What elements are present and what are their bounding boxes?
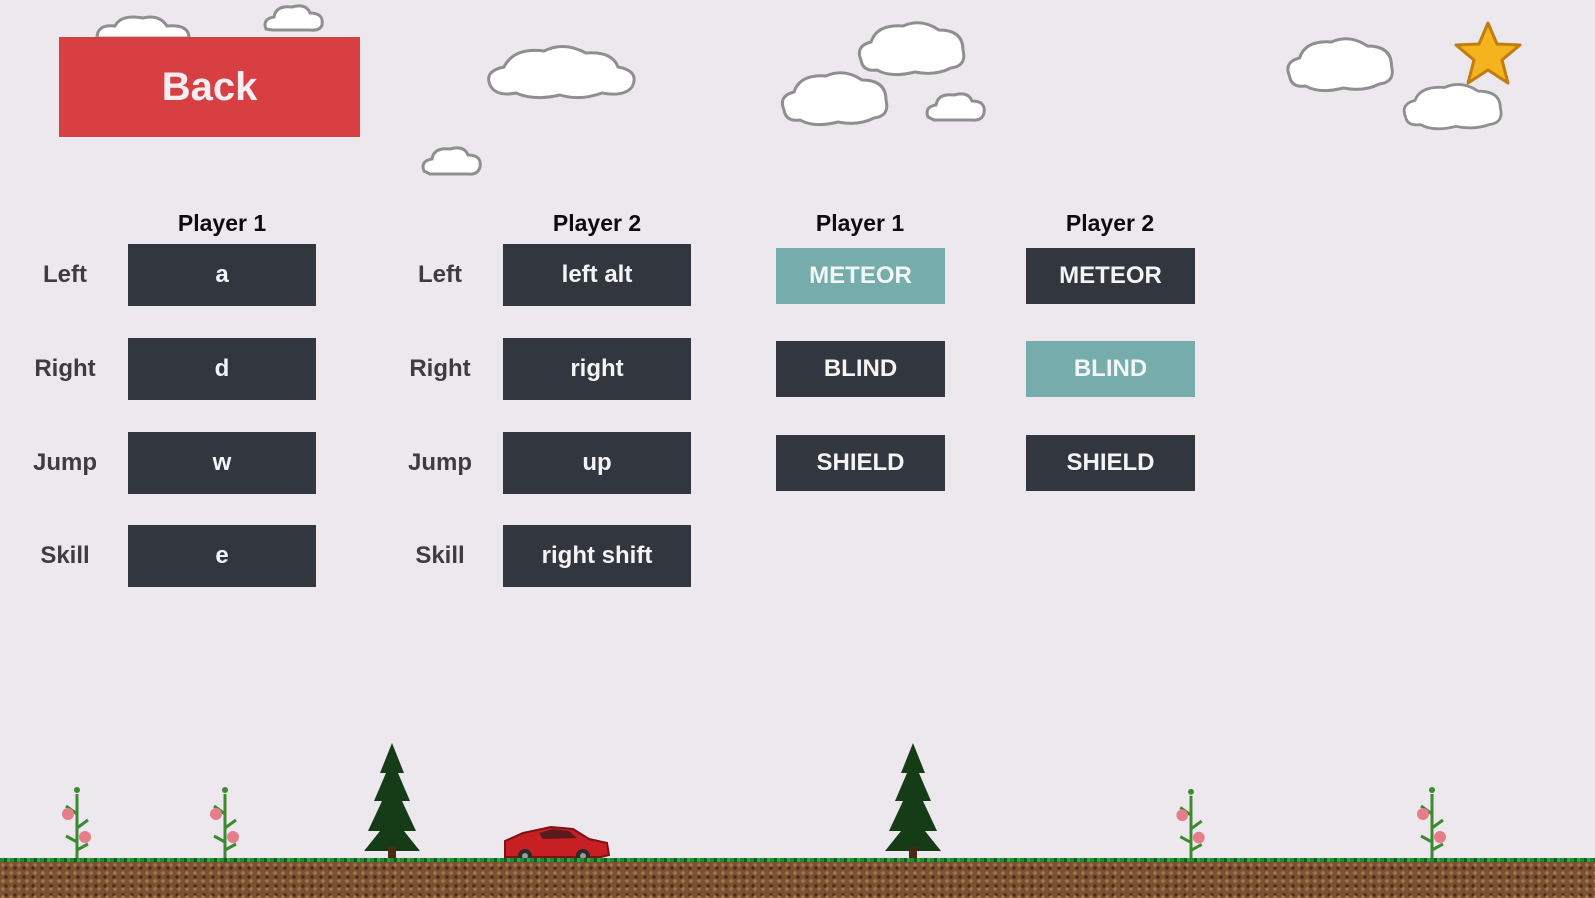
p2-right-label: Right: [409, 355, 471, 382]
pine-tree-sprite: [364, 743, 420, 862]
player1-skills-header: Player 1: [815, 210, 905, 236]
dirt-ground: [0, 862, 1595, 898]
p1-jump-label: Jump: [32, 449, 97, 476]
cloud-icon: [1286, 37, 1394, 93]
cloud-icon: [925, 92, 986, 122]
p1-skill-shield-button[interactable]: SHIELD: [776, 435, 945, 491]
p2-right-key-button[interactable]: right: [503, 338, 691, 400]
p2-jump-label: Jump: [407, 449, 472, 476]
p1-right-label: Right: [34, 355, 96, 382]
cloud-icon: [780, 71, 889, 127]
player2-skills-header: Player 2: [1065, 210, 1155, 236]
cloud-icon: [1402, 83, 1503, 131]
rose-plant-sprite: [62, 787, 91, 862]
p2-skill-blind-button[interactable]: BLIND: [1026, 341, 1195, 397]
cloud-icon: [487, 45, 636, 100]
cloud-icon: [263, 4, 324, 32]
rose-plant-sprite: [1176, 788, 1205, 862]
p2-skill-key-button[interactable]: right shift: [503, 525, 691, 587]
player2-keys-header: Player 2: [552, 210, 642, 236]
p1-skill-meteor-button[interactable]: METEOR: [776, 248, 945, 304]
back-button[interactable]: Back: [59, 37, 360, 137]
player1-keys-header: Player 1: [177, 210, 267, 236]
p1-skill-key-button[interactable]: e: [128, 525, 316, 587]
cloud-icon: [421, 146, 482, 176]
p1-left-key-button[interactable]: a: [128, 244, 316, 306]
p1-skill-label: Skill: [40, 542, 90, 569]
red-car-sprite: [504, 825, 611, 863]
p1-right-key-button[interactable]: d: [128, 338, 316, 400]
p2-left-key-button[interactable]: left alt: [503, 244, 691, 306]
p1-jump-key-button[interactable]: w: [128, 432, 316, 494]
p2-skill-shield-button[interactable]: SHIELD: [1026, 435, 1195, 491]
star-icon: [1454, 21, 1522, 85]
p2-left-label: Left: [418, 261, 462, 288]
p1-skill-blind-button[interactable]: BLIND: [776, 341, 945, 397]
rose-plant-sprite: [1417, 787, 1446, 862]
p2-skill-label: Skill: [415, 542, 465, 569]
p1-left-label: Left: [43, 261, 87, 288]
cloud-icon: [95, 15, 191, 38]
rose-plant-sprite: [210, 787, 239, 862]
p2-jump-key-button[interactable]: up: [503, 432, 691, 494]
pine-tree-sprite: [885, 743, 941, 862]
p2-skill-meteor-button[interactable]: METEOR: [1026, 248, 1195, 304]
